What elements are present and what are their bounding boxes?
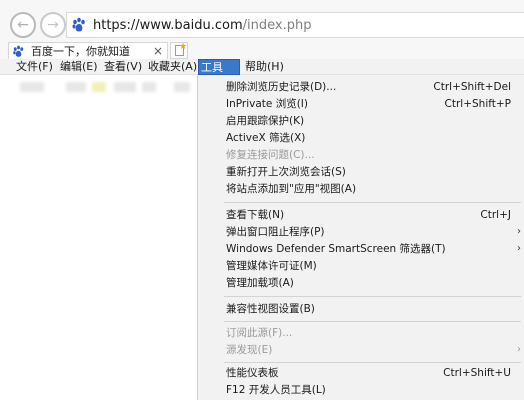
tools-dropdown-menu: 删除浏览历史记录(D)... Ctrl+Shift+Del InPrivate … [197, 75, 524, 400]
menu-edit[interactable]: 编辑(E) [58, 59, 100, 75]
menu-view[interactable]: 查看(V) [102, 59, 144, 75]
url-path: /index.php [242, 17, 312, 33]
menu-item-label: 查看下载(N) [226, 209, 285, 221]
menu-separator [224, 321, 521, 322]
menu-item-label: F12 开发人员工具(L) [226, 384, 326, 396]
menu-item-popup-blocker[interactable]: 弹出窗口阻止程序(P) › [198, 224, 524, 240]
menu-item-reopen-session[interactable]: 重新打开上次浏览会话(S) [198, 164, 524, 180]
baidu-paw-icon [13, 45, 24, 57]
favorites-bar [0, 76, 200, 98]
menu-tools[interactable]: 工具(T) [198, 59, 240, 90]
menu-item-label: 修复连接问题(C)... [226, 149, 315, 161]
submenu-arrow-icon: › [517, 226, 521, 237]
menu-item-view-downloads[interactable]: 查看下载(N) Ctrl+J [198, 207, 524, 223]
menu-item-label: InPrivate 浏览(I) [226, 98, 308, 110]
menu-item-smartscreen[interactable]: Windows Defender SmartScreen 筛选器(T) › [198, 241, 524, 257]
new-tab-button[interactable]: ★ [170, 42, 188, 59]
menu-item-manage-addons[interactable]: 管理加载项(A) [198, 275, 524, 291]
menu-favorites[interactable]: 收藏夹(A) [146, 59, 199, 75]
menu-item-feed-discovery: 源发现(E) › [198, 342, 524, 358]
address-input[interactable]: https://www.baidu.com/index.php [66, 12, 524, 38]
back-arrow-icon: ← [17, 17, 29, 33]
menu-item-f12-devtools[interactable]: F12 开发人员工具(L) [198, 382, 524, 398]
menu-item-label: 删除浏览历史记录(D)... [226, 81, 337, 93]
favorite-item[interactable] [20, 82, 44, 92]
menu-item-tracking-protection[interactable]: 启用跟踪保护(K) [198, 113, 524, 129]
baidu-paw-icon [72, 17, 85, 32]
menu-separator [224, 202, 521, 203]
submenu-arrow-icon: › [517, 344, 521, 355]
forward-button[interactable]: → [40, 12, 66, 38]
menu-item-label: 弹出窗口阻止程序(P) [226, 226, 325, 238]
tab-strip: 百度一下，你就知道 × ★ [0, 42, 524, 59]
menu-item-label: 启用跟踪保护(K) [226, 115, 305, 127]
favorite-item[interactable] [174, 82, 190, 92]
tab-close-icon[interactable]: × [153, 43, 163, 59]
forward-arrow-icon: → [47, 17, 59, 33]
menu-item-delete-history[interactable]: 删除浏览历史记录(D)... Ctrl+Shift+Del [198, 79, 524, 95]
menu-item-activex-filter[interactable]: ActiveX 筛选(X) [198, 130, 524, 146]
menu-item-label: 订阅此源(F)... [226, 327, 293, 339]
favorite-item[interactable] [66, 82, 86, 92]
menu-item-label: ActiveX 筛选(X) [226, 132, 306, 144]
star-icon: ★ [179, 42, 188, 52]
menu-item-label: 管理媒体许可证(M) [226, 260, 317, 272]
favorite-item[interactable] [92, 82, 106, 92]
menu-item-compat-view[interactable]: 兼容性视图设置(B) [198, 301, 524, 317]
menu-item-shortcut: Ctrl+Shift+P [444, 98, 511, 110]
url-host: https://www.baidu.com [93, 17, 243, 33]
menu-item-label: 管理加载项(A) [226, 277, 294, 289]
favorite-item[interactable] [142, 82, 156, 92]
address-bar-row: ← → https://www.baidu.com/index.php [0, 0, 524, 42]
menu-separator [224, 296, 521, 297]
menu-item-fix-connection: 修复连接问题(C)... [198, 147, 524, 163]
menu-item-label: 性能仪表板 [226, 367, 279, 379]
menu-item-label: 将站点添加到"应用"视图(A) [226, 183, 357, 195]
menu-item-label: 重新打开上次浏览会话(S) [226, 166, 346, 178]
menu-bar: 文件(F) 编辑(E) 查看(V) 收藏夹(A) 工具(T) 帮助(H) [0, 59, 524, 90]
menu-item-label: 兼容性视图设置(B) [226, 303, 315, 315]
menu-item-inprivate[interactable]: InPrivate 浏览(I) Ctrl+Shift+P [198, 96, 524, 112]
menu-item-media-licenses[interactable]: 管理媒体许可证(M) [198, 258, 524, 274]
url-text: https://www.baidu.com/index.php [93, 18, 311, 33]
favorite-item[interactable] [114, 82, 136, 92]
tab-title: 百度一下，你就知道 [31, 45, 130, 58]
tab-baidu[interactable]: 百度一下，你就知道 × [8, 42, 168, 59]
menu-item-shortcut: Ctrl+Shift+Del [433, 81, 511, 93]
menu-item-performance-dashboard[interactable]: 性能仪表板 Ctrl+Shift+U [198, 365, 524, 381]
menu-item-shortcut: Ctrl+J [480, 209, 511, 221]
back-button[interactable]: ← [10, 12, 36, 38]
menu-item-label: 源发现(E) [226, 344, 273, 356]
menu-item-add-to-apps[interactable]: 将站点添加到"应用"视图(A) [198, 181, 524, 197]
menu-item-subscribe-feed: 订阅此源(F)... [198, 325, 524, 341]
menu-file[interactable]: 文件(F) [14, 59, 55, 75]
menu-separator [224, 362, 521, 363]
menu-help[interactable]: 帮助(H) [243, 59, 286, 75]
menu-item-shortcut: Ctrl+Shift+U [443, 367, 511, 379]
menu-item-label: Windows Defender SmartScreen 筛选器(T) [226, 243, 446, 255]
submenu-arrow-icon: › [517, 243, 521, 254]
